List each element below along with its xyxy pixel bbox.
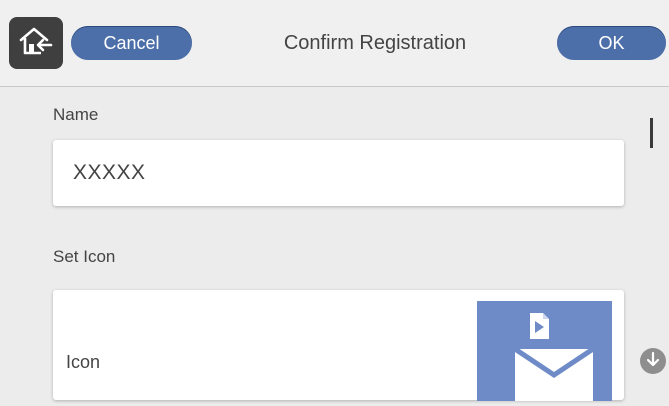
icon-setting-row[interactable]: Icon [53, 290, 624, 406]
arrow-down-icon [645, 351, 661, 372]
page-title: Confirm Registration [283, 31, 467, 54]
document-envelope-icon [477, 301, 612, 406]
name-label: Name [53, 105, 99, 124]
set-icon-label: Set Icon [53, 247, 116, 266]
home-button[interactable] [9, 17, 63, 69]
scrollbar-thumb[interactable] [650, 118, 653, 148]
name-value: XXXXX [73, 161, 146, 184]
cancel-button[interactable]: Cancel [71, 26, 192, 60]
home-back-icon [19, 25, 53, 62]
ok-button[interactable]: OK [557, 26, 666, 60]
icon-row-label: Icon [66, 352, 101, 372]
name-field[interactable]: XXXXX [53, 140, 624, 206]
scroll-down-button[interactable] [640, 348, 666, 374]
top-bar: Cancel Confirm Registration OK [0, 0, 669, 87]
